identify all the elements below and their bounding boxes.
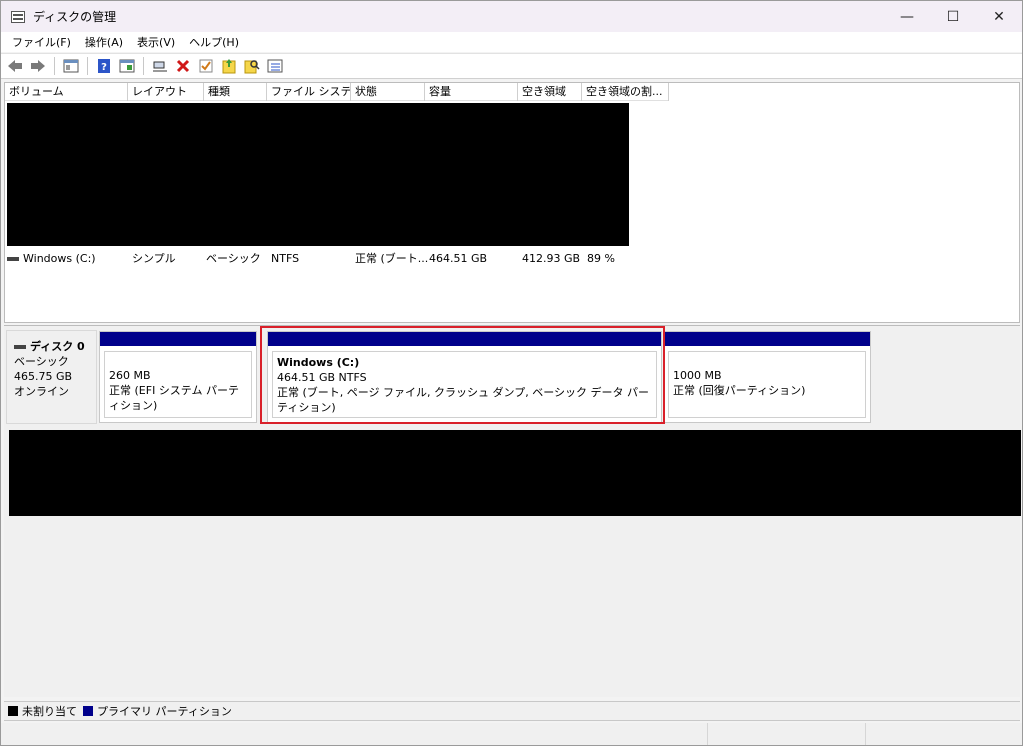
partition-size: 260 MB [109, 369, 151, 382]
forward-arrow-icon[interactable] [28, 56, 48, 76]
list-view-icon[interactable] [265, 56, 285, 76]
legend-swatch-primary [83, 706, 93, 716]
disk-name: ディスク 0 [30, 340, 85, 353]
column-type[interactable]: 種類 [204, 83, 267, 101]
svg-text:?: ? [101, 62, 107, 73]
row-free-percent: 89 % [587, 251, 615, 265]
row-filesystem: NTFS [271, 251, 300, 265]
delete-icon[interactable] [173, 56, 193, 76]
status-cell [1, 723, 708, 745]
disk-type: ベーシック [14, 355, 69, 368]
partition-color-bar [100, 332, 256, 346]
legend-unallocated: 未割り当て [8, 703, 77, 719]
legend-primary: プライマリ パーティション [83, 703, 232, 719]
redacted-region [9, 430, 1021, 516]
partition-recovery[interactable]: 1000 MB 正常 (回復パーティション) [663, 331, 871, 423]
partition-color-bar [664, 332, 870, 346]
back-arrow-icon[interactable] [5, 56, 25, 76]
row-capacity: 464.51 GB [429, 251, 488, 265]
disk-graphical-view: ディスク 0 ベーシック 465.75 GB オンライン 260 MB 正常 (… [4, 325, 1021, 697]
row-free-space: 412.93 GB [522, 251, 581, 265]
highlight-box [260, 326, 665, 424]
title-bar: ディスクの管理 — ☐ ✕ [1, 1, 1022, 32]
search-icon[interactable] [242, 56, 262, 76]
legend-swatch-unallocated [8, 706, 18, 716]
console-tree-icon[interactable] [61, 56, 81, 76]
export-icon[interactable] [219, 56, 239, 76]
partition-efi[interactable]: 260 MB 正常 (EFI システム パーティション) [99, 331, 257, 423]
disk-size: 465.75 GB [14, 370, 73, 383]
window-controls: — ☐ ✕ [884, 1, 1022, 32]
menu-file[interactable]: ファイル(F) [5, 34, 78, 50]
column-status[interactable]: 状態 [351, 83, 425, 101]
disk-icon [14, 344, 26, 349]
partition-status: 正常 (EFI システム パーティション) [109, 384, 239, 412]
toolbar: ? [1, 53, 1022, 79]
menu-help[interactable]: ヘルプ(H) [182, 34, 246, 50]
window-title: ディスクの管理 [33, 10, 117, 24]
partition-size: 1000 MB [673, 369, 722, 382]
toolbar-separator [143, 57, 144, 75]
toolbar-separator [54, 57, 55, 75]
help-icon[interactable]: ? [94, 56, 114, 76]
disk-state: オンライン [14, 385, 69, 398]
disk-management-window: ディスクの管理 — ☐ ✕ ファイル(F) 操作(A) 表示(V) ヘルプ(H)… [0, 0, 1023, 746]
status-cell [708, 723, 866, 745]
column-layout[interactable]: レイアウト [128, 83, 204, 101]
volume-list-header: ボリューム レイアウト 種類 ファイル システム 状態 容量 空き領域 空き領域… [5, 83, 669, 101]
row-status: 正常 (ブート... [355, 252, 429, 265]
table-row[interactable]: Windows (C:) シンプル ベーシック NTFS 正常 (ブート... … [5, 249, 647, 267]
volume-list[interactable]: ボリューム レイアウト 種類 ファイル システム 状態 容量 空き領域 空き領域… [4, 82, 1020, 323]
row-layout: シンプル [132, 252, 176, 265]
row-type: ベーシック [206, 252, 261, 265]
column-capacity[interactable]: 容量 [425, 83, 518, 101]
close-button[interactable]: ✕ [976, 1, 1022, 32]
drive-icon [7, 256, 19, 261]
connect-icon[interactable] [150, 56, 170, 76]
status-cell [866, 723, 1020, 745]
properties-icon[interactable] [117, 56, 137, 76]
menu-bar: ファイル(F) 操作(A) 表示(V) ヘルプ(H) [1, 32, 1022, 52]
toolbar-separator [87, 57, 88, 75]
row-volume: Windows (C:) [23, 251, 96, 265]
check-icon[interactable] [196, 56, 216, 76]
column-free-percent[interactable]: 空き領域の割... [582, 83, 669, 101]
disk-0-label[interactable]: ディスク 0 ベーシック 465.75 GB オンライン [6, 330, 97, 424]
minimize-button[interactable]: — [884, 1, 930, 32]
status-bar [1, 723, 1022, 745]
column-free-space[interactable]: 空き領域 [518, 83, 582, 101]
legend: 未割り当て プライマリ パーティション [4, 701, 1020, 721]
menu-action[interactable]: 操作(A) [78, 34, 130, 50]
maximize-button[interactable]: ☐ [930, 1, 976, 32]
partition-status: 正常 (回復パーティション) [673, 384, 806, 397]
column-volume[interactable]: ボリューム [5, 83, 128, 101]
disk-management-app-icon [11, 10, 25, 23]
redacted-region [7, 103, 629, 246]
menu-view[interactable]: 表示(V) [130, 34, 182, 50]
column-filesystem[interactable]: ファイル システム [267, 83, 351, 101]
